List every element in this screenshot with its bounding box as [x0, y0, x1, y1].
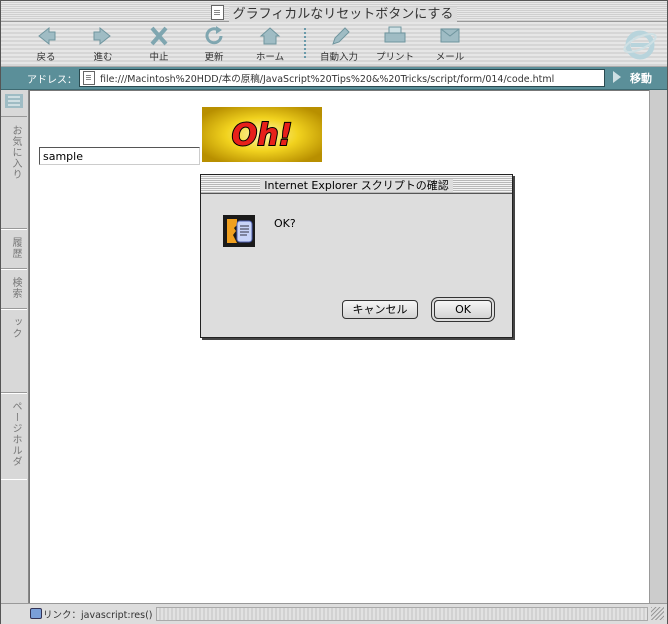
sidebar-tab-favorites[interactable]: お気に入り	[1, 116, 27, 230]
toolbar-separator	[304, 28, 306, 58]
go-arrow-icon[interactable]	[613, 71, 621, 83]
go-button[interactable]: 移動	[630, 70, 652, 86]
document-icon	[210, 5, 224, 20]
forward-button[interactable]: 進む	[76, 24, 130, 64]
refresh-icon	[205, 26, 223, 45]
stop-x-icon	[150, 26, 168, 46]
forward-label: 進む	[93, 52, 113, 63]
browser-window: グラフィカルなリセットボタンにする 戻る 進む 中止 更新 ホーム 自動入力 プ…	[0, 0, 668, 624]
autofill-label: 自動入力	[319, 52, 358, 63]
sidebar-tab-search[interactable]: 検索	[1, 268, 27, 310]
toolbar: 戻る 進む 中止 更新 ホーム 自動入力 プリント メール	[1, 22, 667, 67]
address-bar: アドレス： file:///Macintosh%20HDD/本の原稿/JavaS…	[1, 67, 667, 90]
sidebar-tab-scrapbook[interactable]: スクラップブック	[1, 308, 36, 394]
address-label: アドレス：	[27, 75, 77, 86]
autofill-button[interactable]: 自動入力	[312, 24, 366, 64]
ok-button[interactable]: OK	[434, 300, 492, 319]
title-bar[interactable]: グラフィカルなリセットボタンにする	[1, 1, 667, 22]
mail-icon	[440, 28, 460, 43]
mail-button[interactable]: メール	[423, 24, 477, 64]
oh-button-text: Oh!	[232, 118, 293, 153]
print-label: プリント	[375, 52, 414, 63]
sidebar-tab-history[interactable]: 履歴	[1, 228, 27, 270]
sidebar-tab-page-holder[interactable]: ページホルダ	[1, 392, 27, 480]
stop-button[interactable]: 中止	[132, 24, 186, 64]
horizontal-scrollbar[interactable]	[156, 607, 648, 621]
page-content: Oh!	[29, 90, 650, 604]
sidebar-tab-label: 検索	[10, 277, 21, 299]
stop-label: 中止	[149, 52, 169, 63]
cancel-button[interactable]: キャンセル	[342, 300, 418, 319]
mail-label: メール	[435, 52, 465, 63]
link-status-icon	[30, 608, 42, 619]
file-icon	[83, 71, 95, 85]
dialog-title-bar[interactable]: Internet Explorer スクリプトの確認	[201, 175, 512, 194]
refresh-button[interactable]: 更新	[187, 24, 241, 64]
window-title: グラフィカルなリセットボタンにする	[228, 7, 458, 22]
sidebar-tab-label: お気に入り	[10, 125, 21, 180]
script-note-icon	[223, 215, 255, 247]
sidebar-tab-label: 履歴	[10, 237, 21, 259]
explorer-bar: お気に入り 履歴 検索 スクラップブック ページホルダ	[1, 90, 36, 603]
status-bar: リンク：javascript:res()	[1, 603, 667, 624]
home-icon	[259, 27, 281, 45]
printer-icon	[384, 26, 406, 43]
dialog-title: Internet Explorer スクリプトの確認	[260, 179, 453, 192]
address-url: file:///Macintosh%20HDD/本の原稿/JavaScript%…	[100, 74, 555, 85]
home-label: ホーム	[255, 52, 285, 63]
vertical-scrollbar[interactable]	[649, 90, 667, 603]
address-input[interactable]: file:///Macintosh%20HDD/本の原稿/JavaScript%…	[79, 69, 605, 87]
back-arrow-icon	[38, 26, 56, 46]
print-button[interactable]: プリント	[368, 24, 422, 64]
text-input[interactable]	[39, 147, 200, 165]
resize-grip[interactable]	[651, 607, 664, 620]
status-text: リンク：javascript:res()	[43, 610, 153, 621]
sidebar-tab-label: ページホルダ	[10, 401, 21, 467]
forward-arrow-icon	[93, 26, 111, 46]
home-button[interactable]: ホーム	[243, 24, 297, 64]
autofill-pencil-icon	[332, 27, 350, 45]
dialog-message: OK?	[274, 217, 296, 230]
refresh-label: 更新	[204, 52, 224, 63]
internet-explorer-logo	[623, 30, 657, 60]
back-label: 戻る	[36, 52, 56, 63]
confirm-dialog: Internet Explorer スクリプトの確認 OK? キャンセル OK	[200, 174, 513, 338]
graphical-reset-button[interactable]: Oh!	[202, 107, 322, 162]
explorer-bar-toggle-icon[interactable]	[5, 94, 23, 108]
back-button[interactable]: 戻る	[19, 24, 73, 64]
